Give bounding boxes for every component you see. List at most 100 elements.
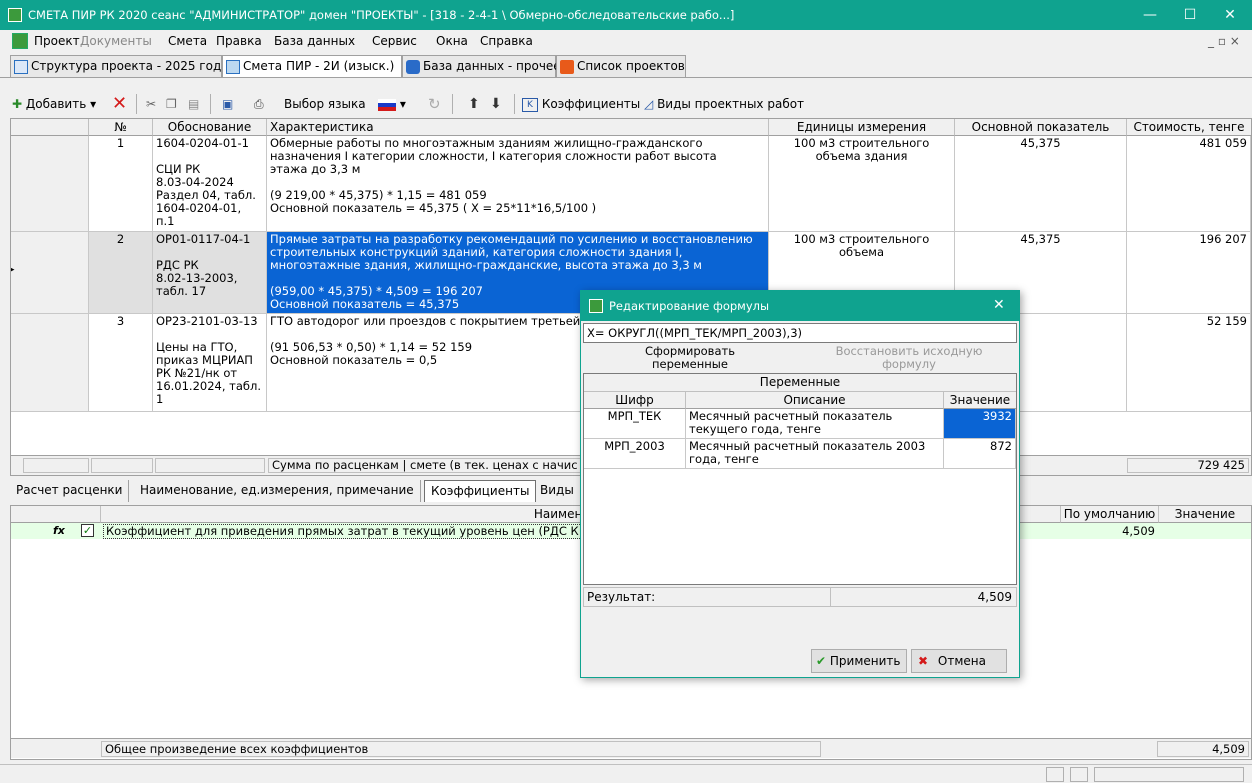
toolbar-separator (514, 94, 515, 114)
cancel-icon: ✖ (918, 654, 929, 668)
menu-windows[interactable]: Окна (436, 34, 468, 48)
header-num[interactable]: № (89, 119, 153, 136)
header-description[interactable]: Характеристика (267, 119, 769, 136)
formula-icon[interactable]: fx (53, 524, 65, 537)
menu-edit[interactable]: Правка (216, 34, 262, 48)
add-label: Добавить (25, 97, 87, 111)
row-indicator (11, 136, 89, 232)
header-main-indicator[interactable]: Основной показатель (955, 119, 1127, 136)
tab-label: Структура проекта - 2025 год (31, 59, 222, 73)
cut-icon[interactable]: ✂ (146, 93, 156, 115)
menu-help[interactable]: Справка (480, 34, 533, 48)
document-tabs: Структура проекта - 2025 год Смета ПИР -… (0, 52, 1252, 78)
coefficients-button[interactable]: K Коэффициенты (522, 93, 640, 115)
tab-rate-calculation[interactable]: Расчет расценки (10, 480, 130, 502)
tab-project-structure[interactable]: Структура проекта - 2025 год (10, 55, 222, 77)
delete-icon[interactable]: ✕ (112, 93, 127, 115)
close-button[interactable]: ✕ (1210, 0, 1250, 30)
refresh-icon[interactable]: ↻ (428, 93, 441, 115)
project-works-button[interactable]: ◿ Виды проектных работ (644, 93, 804, 115)
cell-cost: 481 059 (1127, 136, 1251, 232)
cell-basis: ОР23-2101-03-13 Цены на ГТО, приказ МЦРИ… (153, 314, 267, 412)
toolbar-separator (210, 94, 211, 114)
restore-formula-button[interactable]: Восстановить исходную формулу (803, 345, 1015, 373)
add-icon: ✚ (12, 97, 23, 111)
header-default[interactable]: По умолчанию (1061, 506, 1159, 523)
cell-cost: 52 159 (1127, 314, 1251, 412)
result-value: 4,509 (830, 588, 1016, 606)
header-value[interactable]: Значение (944, 392, 1016, 409)
header-code[interactable]: Шифр (584, 392, 686, 409)
dialog-title-bar: Редактирование формулы ✕ (581, 291, 1019, 321)
menu-service[interactable]: Сервис (372, 34, 417, 48)
variable-value-input[interactable]: 3932 (944, 409, 1016, 439)
chart-icon: ◿ (644, 97, 654, 111)
menu-documents[interactable]: Документы (80, 34, 152, 48)
menu-estimate[interactable]: Смета (168, 34, 207, 48)
current-row-arrow-icon: ▸ (11, 264, 15, 277)
summary-cell (155, 458, 265, 473)
apply-button[interactable]: ✔ Применить (811, 649, 907, 673)
language-flag-dropdown[interactable]: ▾ (378, 93, 406, 115)
cancel-label: Отмена (937, 654, 986, 668)
window-title: СМЕТА ПИР РК 2020 сеанс "АДМИНИСТРАТОР" … (28, 8, 735, 22)
result-label: Результат: (587, 590, 656, 604)
variable-value-input[interactable]: 872 (944, 439, 1016, 469)
header-basis[interactable]: Обоснование (153, 119, 267, 136)
menu-bar: Проект Документы Смета Правка База данны… (0, 30, 1252, 52)
cell-main-indicator: 45,375 (955, 136, 1127, 232)
copy-icon[interactable]: ❐ (166, 93, 177, 115)
move-down-icon[interactable]: ⬇ (490, 93, 502, 115)
formula-edit-dialog: Редактирование формулы ✕ X= ОКРУГЛ((МРП_… (580, 290, 1020, 678)
save-icon[interactable]: ▣ (222, 93, 233, 115)
maximize-button[interactable]: ☐ (1170, 0, 1210, 30)
header-value[interactable]: Значение (1159, 506, 1251, 523)
menu-project[interactable]: Проект (34, 34, 80, 48)
toolbar-separator (136, 94, 137, 114)
tab-project-list[interactable]: Список проектов (556, 55, 686, 77)
briefcase-icon (560, 60, 574, 74)
header-unit[interactable]: Единицы измерения (769, 119, 955, 136)
header-cost[interactable]: Стоимость, тенге (1127, 119, 1251, 136)
summary-cell (91, 458, 153, 473)
language-select-label[interactable]: Выбор языка (284, 93, 366, 115)
dropdown-arrow-icon: ▾ (399, 97, 406, 111)
mdi-controls[interactable]: _ ▫ × (1208, 34, 1240, 48)
summary-total: 729 425 (1127, 458, 1249, 473)
generate-variables-button[interactable]: Сформировать переменные (585, 345, 795, 373)
cell-num: 2 (89, 232, 153, 314)
paste-icon[interactable]: ▤ (188, 93, 199, 115)
tab-label: Смета ПИР - 2И (изыск.) (243, 59, 395, 73)
database-icon (406, 60, 420, 74)
cell-unit: 100 м3 строительного объема здания (769, 136, 955, 232)
minimize-button[interactable]: — (1130, 0, 1170, 30)
cell-cost: 196 207 (1127, 232, 1251, 314)
tab-label: База данных - прочее (423, 59, 561, 73)
variables-grid: Переменные Шифр Описание Значение МРП_ТЕ… (583, 373, 1017, 585)
variable-desc: Месячный расчетный показатель текущего г… (686, 409, 944, 439)
cell-description: Обмерные работы по многоэтажным зданиям … (267, 136, 769, 232)
formula-input[interactable]: X= ОКРУГЛ((МРП_ТЕК/МРП_2003),3) (583, 323, 1017, 343)
print-icon[interactable]: ⎙ (254, 93, 264, 115)
status-panel (1094, 767, 1244, 782)
header-desc[interactable]: Описание (686, 392, 944, 409)
coefficient-checkbox[interactable]: ✓ (81, 524, 94, 537)
variable-desc: Месячный расчетный показатель 2003 года,… (686, 439, 944, 469)
dialog-close-icon[interactable]: ✕ (993, 297, 1005, 313)
tab-label: Список проектов (577, 59, 685, 73)
tab-name-unit-note[interactable]: Наименование, ед.измерения, примечание (134, 480, 421, 502)
status-panel (1070, 767, 1088, 782)
tab-kinds[interactable]: Виды (534, 480, 580, 502)
variables-caption: Переменные (584, 374, 1016, 392)
mdi-icon (12, 33, 28, 49)
move-up-icon[interactable]: ⬆ (468, 93, 480, 115)
cancel-button[interactable]: ✖ Отмена (911, 649, 1007, 673)
menu-database[interactable]: База данных (274, 34, 355, 48)
cell-basis: 1604-0204-01-1 СЦИ РК 8.03-04-2024 Разде… (153, 136, 267, 232)
tab-database-other[interactable]: База данных - прочее (402, 55, 561, 77)
status-bar (0, 764, 1252, 783)
variable-code: МРП_ТЕК (584, 409, 686, 439)
tab-coefficients[interactable]: Коэффициенты (424, 480, 537, 502)
add-button[interactable]: ✚ Добавить ▾ (12, 93, 96, 115)
tab-estimate-pir[interactable]: Смета ПИР - 2И (изыск.) (222, 55, 402, 77)
